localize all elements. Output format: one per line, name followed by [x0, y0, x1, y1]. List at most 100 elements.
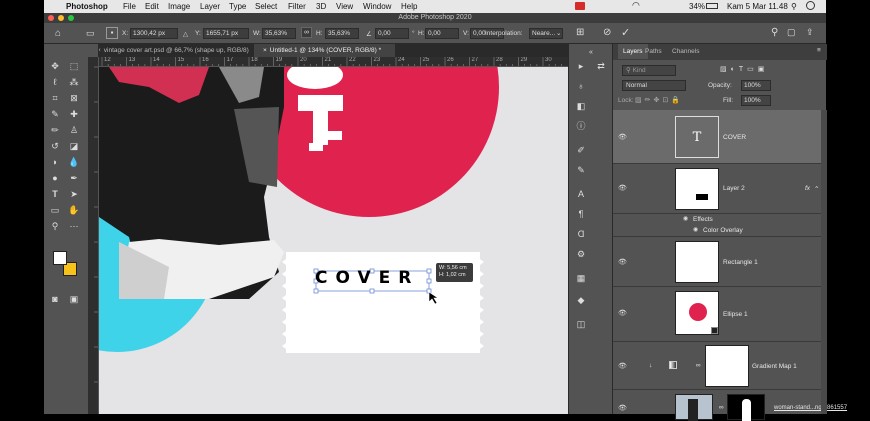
- layer-name[interactable]: Layer 2: [723, 185, 745, 192]
- reference-point-icon[interactable]: ▪: [106, 27, 118, 39]
- marquee-tool-icon[interactable]: ⬚: [68, 60, 80, 72]
- eye-icon[interactable]: ◉: [693, 226, 698, 233]
- lasso-tool-icon[interactable]: ℓ: [49, 76, 61, 88]
- layer-2[interactable]: 👁 Layer 2 fx ⌃: [613, 164, 821, 214]
- rectangle-tool-icon[interactable]: ▭: [49, 204, 61, 216]
- lightbulb-icon[interactable]: ♁: [575, 80, 587, 92]
- tab-paths[interactable]: Paths: [645, 48, 662, 55]
- layer-ellipse-1[interactable]: 👁 Ellipse 1: [613, 287, 821, 342]
- layer-name[interactable]: Ellipse 1: [723, 311, 748, 318]
- brush-settings-icon[interactable]: ✐: [575, 144, 587, 156]
- eye-icon[interactable]: 👁: [618, 258, 627, 266]
- cancel-transform-icon[interactable]: ⊘: [603, 27, 611, 38]
- menu-3d[interactable]: 3D: [316, 2, 326, 11]
- tab-untitled[interactable]: × Untitled-1 @ 134% (COVER, RGB/8) *: [255, 44, 395, 57]
- paint-bucket-icon[interactable]: ◗: [49, 156, 61, 168]
- layer-woman[interactable]: 👁 ∞ woman-stand...ng-2861557: [613, 390, 847, 421]
- menu-type[interactable]: Type: [229, 2, 246, 11]
- dodge-tool-icon[interactable]: ●: [49, 172, 61, 184]
- menu-window[interactable]: Window: [363, 2, 391, 11]
- tab-layers[interactable]: Layers: [618, 44, 648, 59]
- menu-edit[interactable]: Edit: [145, 2, 159, 11]
- history-icon[interactable]: ▸: [575, 60, 587, 72]
- tool-preset-icon[interactable]: ▭: [86, 28, 95, 39]
- panel-scrollbar[interactable]: [821, 110, 827, 414]
- heal-brush-icon[interactable]: ✚: [68, 108, 80, 120]
- magic-wand-icon[interactable]: ⁂: [68, 76, 80, 88]
- info-icon[interactable]: ⓘ: [575, 120, 587, 132]
- panel-options-icon[interactable]: ⇄: [595, 60, 607, 72]
- more-tools-icon[interactable]: ⋯: [68, 220, 80, 232]
- collapse-icon[interactable]: «: [585, 47, 597, 59]
- blur-tool-icon[interactable]: 💧: [68, 156, 80, 168]
- filter-type-icon[interactable]: T: [739, 66, 747, 73]
- history-brush-icon[interactable]: ↺: [49, 140, 61, 152]
- move-tool-icon[interactable]: ✥: [49, 60, 61, 72]
- panel-menu-icon[interactable]: ≡: [817, 47, 821, 54]
- properties-icon[interactable]: ⚙: [575, 248, 587, 260]
- hand-tool-icon[interactable]: ✋: [68, 204, 80, 216]
- paragraph-icon[interactable]: ¶: [575, 208, 587, 220]
- filter-smart-icon[interactable]: ▣: [758, 66, 769, 73]
- pen-tool-icon[interactable]: ✒: [68, 172, 80, 184]
- filter-adjust-icon[interactable]: ◐: [731, 66, 739, 73]
- document-canvas[interactable]: COVER W: 5,56 cm H: 1,02 cm: [99, 67, 568, 414]
- layer-rectangle-1[interactable]: 👁 Rectangle 1: [613, 237, 821, 287]
- zoom-tool-icon[interactable]: ⚲: [49, 220, 61, 232]
- status-icon-red[interactable]: [575, 2, 585, 10]
- menu-file[interactable]: File: [123, 2, 136, 11]
- app-menu[interactable]: Photoshop: [66, 2, 108, 11]
- adjustments-icon[interactable]: ◧: [575, 100, 587, 112]
- stamp-tool-icon[interactable]: ♙: [68, 124, 80, 136]
- delta-icon[interactable]: △: [183, 30, 188, 38]
- cover-headline[interactable]: COVER: [315, 268, 419, 288]
- opacity-field[interactable]: 100%: [741, 80, 771, 91]
- layer-name[interactable]: COVER: [723, 134, 746, 141]
- quick-mask-icon[interactable]: ◙: [49, 293, 61, 305]
- eye-icon[interactable]: 👁: [618, 184, 627, 192]
- swatches-icon[interactable]: ▦: [575, 272, 587, 284]
- eye-icon[interactable]: 👁: [618, 362, 627, 370]
- color-overlay-row[interactable]: ◉ Color Overlay: [613, 225, 821, 237]
- eyedropper-icon[interactable]: ✎: [49, 108, 61, 120]
- search-icon[interactable]: ⚲: [771, 27, 778, 38]
- color-icon[interactable]: ◆: [575, 294, 587, 306]
- share-icon[interactable]: ⇪: [806, 27, 814, 38]
- workspace-icon[interactable]: ▢: [787, 27, 796, 38]
- effects-row[interactable]: ◉ Effects: [613, 214, 821, 225]
- eye-icon[interactable]: 👁: [618, 133, 627, 141]
- glyphs-icon[interactable]: Ɑ: [575, 228, 587, 240]
- wifi-icon[interactable]: ◠: [632, 0, 640, 11]
- eye-icon[interactable]: 👁: [618, 309, 627, 317]
- fill-field[interactable]: 100%: [741, 95, 771, 106]
- filter-shape-icon[interactable]: ▭: [747, 66, 758, 73]
- eraser-tool-icon[interactable]: ◪: [68, 140, 80, 152]
- screen-mode-icon[interactable]: ▣: [68, 293, 80, 305]
- layer-cover[interactable]: 👁 T COVER: [613, 110, 821, 164]
- brush-tool-icon[interactable]: ✏: [49, 124, 61, 136]
- frame-tool-icon[interactable]: ⊠: [68, 92, 80, 104]
- menu-image[interactable]: Image: [168, 2, 190, 11]
- kind-filter[interactable]: ⚲ Kind: [622, 65, 676, 76]
- tab-channels[interactable]: Channels: [672, 48, 699, 55]
- brushes-icon[interactable]: ✎: [575, 164, 587, 176]
- menu-layer[interactable]: Layer: [200, 2, 220, 11]
- close-tab-icon[interactable]: ×: [263, 47, 267, 54]
- character-icon[interactable]: A: [575, 188, 587, 200]
- search-icon[interactable]: ⚲: [791, 2, 797, 11]
- lock-icons[interactable]: ▨✏✥⊡🔒: [635, 96, 683, 104]
- clock[interactable]: Kam 5 Mar 11.48: [727, 2, 788, 11]
- link-icon[interactable]: ∞: [301, 27, 312, 38]
- tab-vintage-cover[interactable]: ×vintage cover art.psd @ 66,7% (shape up…: [89, 44, 255, 57]
- path-select-icon[interactable]: ➤: [68, 188, 80, 200]
- menu-filter[interactable]: Filter: [288, 2, 306, 11]
- blend-mode-select[interactable]: Normal: [622, 80, 686, 91]
- filter-pixel-icon[interactable]: ▨: [720, 66, 731, 73]
- fx-icon[interactable]: fx: [805, 185, 810, 192]
- chevron-up-icon[interactable]: ⌃: [814, 185, 819, 193]
- warp-icon[interactable]: ⊞: [576, 27, 584, 38]
- libraries-icon[interactable]: ◫: [575, 318, 587, 330]
- menu-view[interactable]: View: [336, 2, 353, 11]
- layer-name[interactable]: Gradient Map 1: [752, 363, 797, 370]
- menu-select[interactable]: Select: [255, 2, 277, 11]
